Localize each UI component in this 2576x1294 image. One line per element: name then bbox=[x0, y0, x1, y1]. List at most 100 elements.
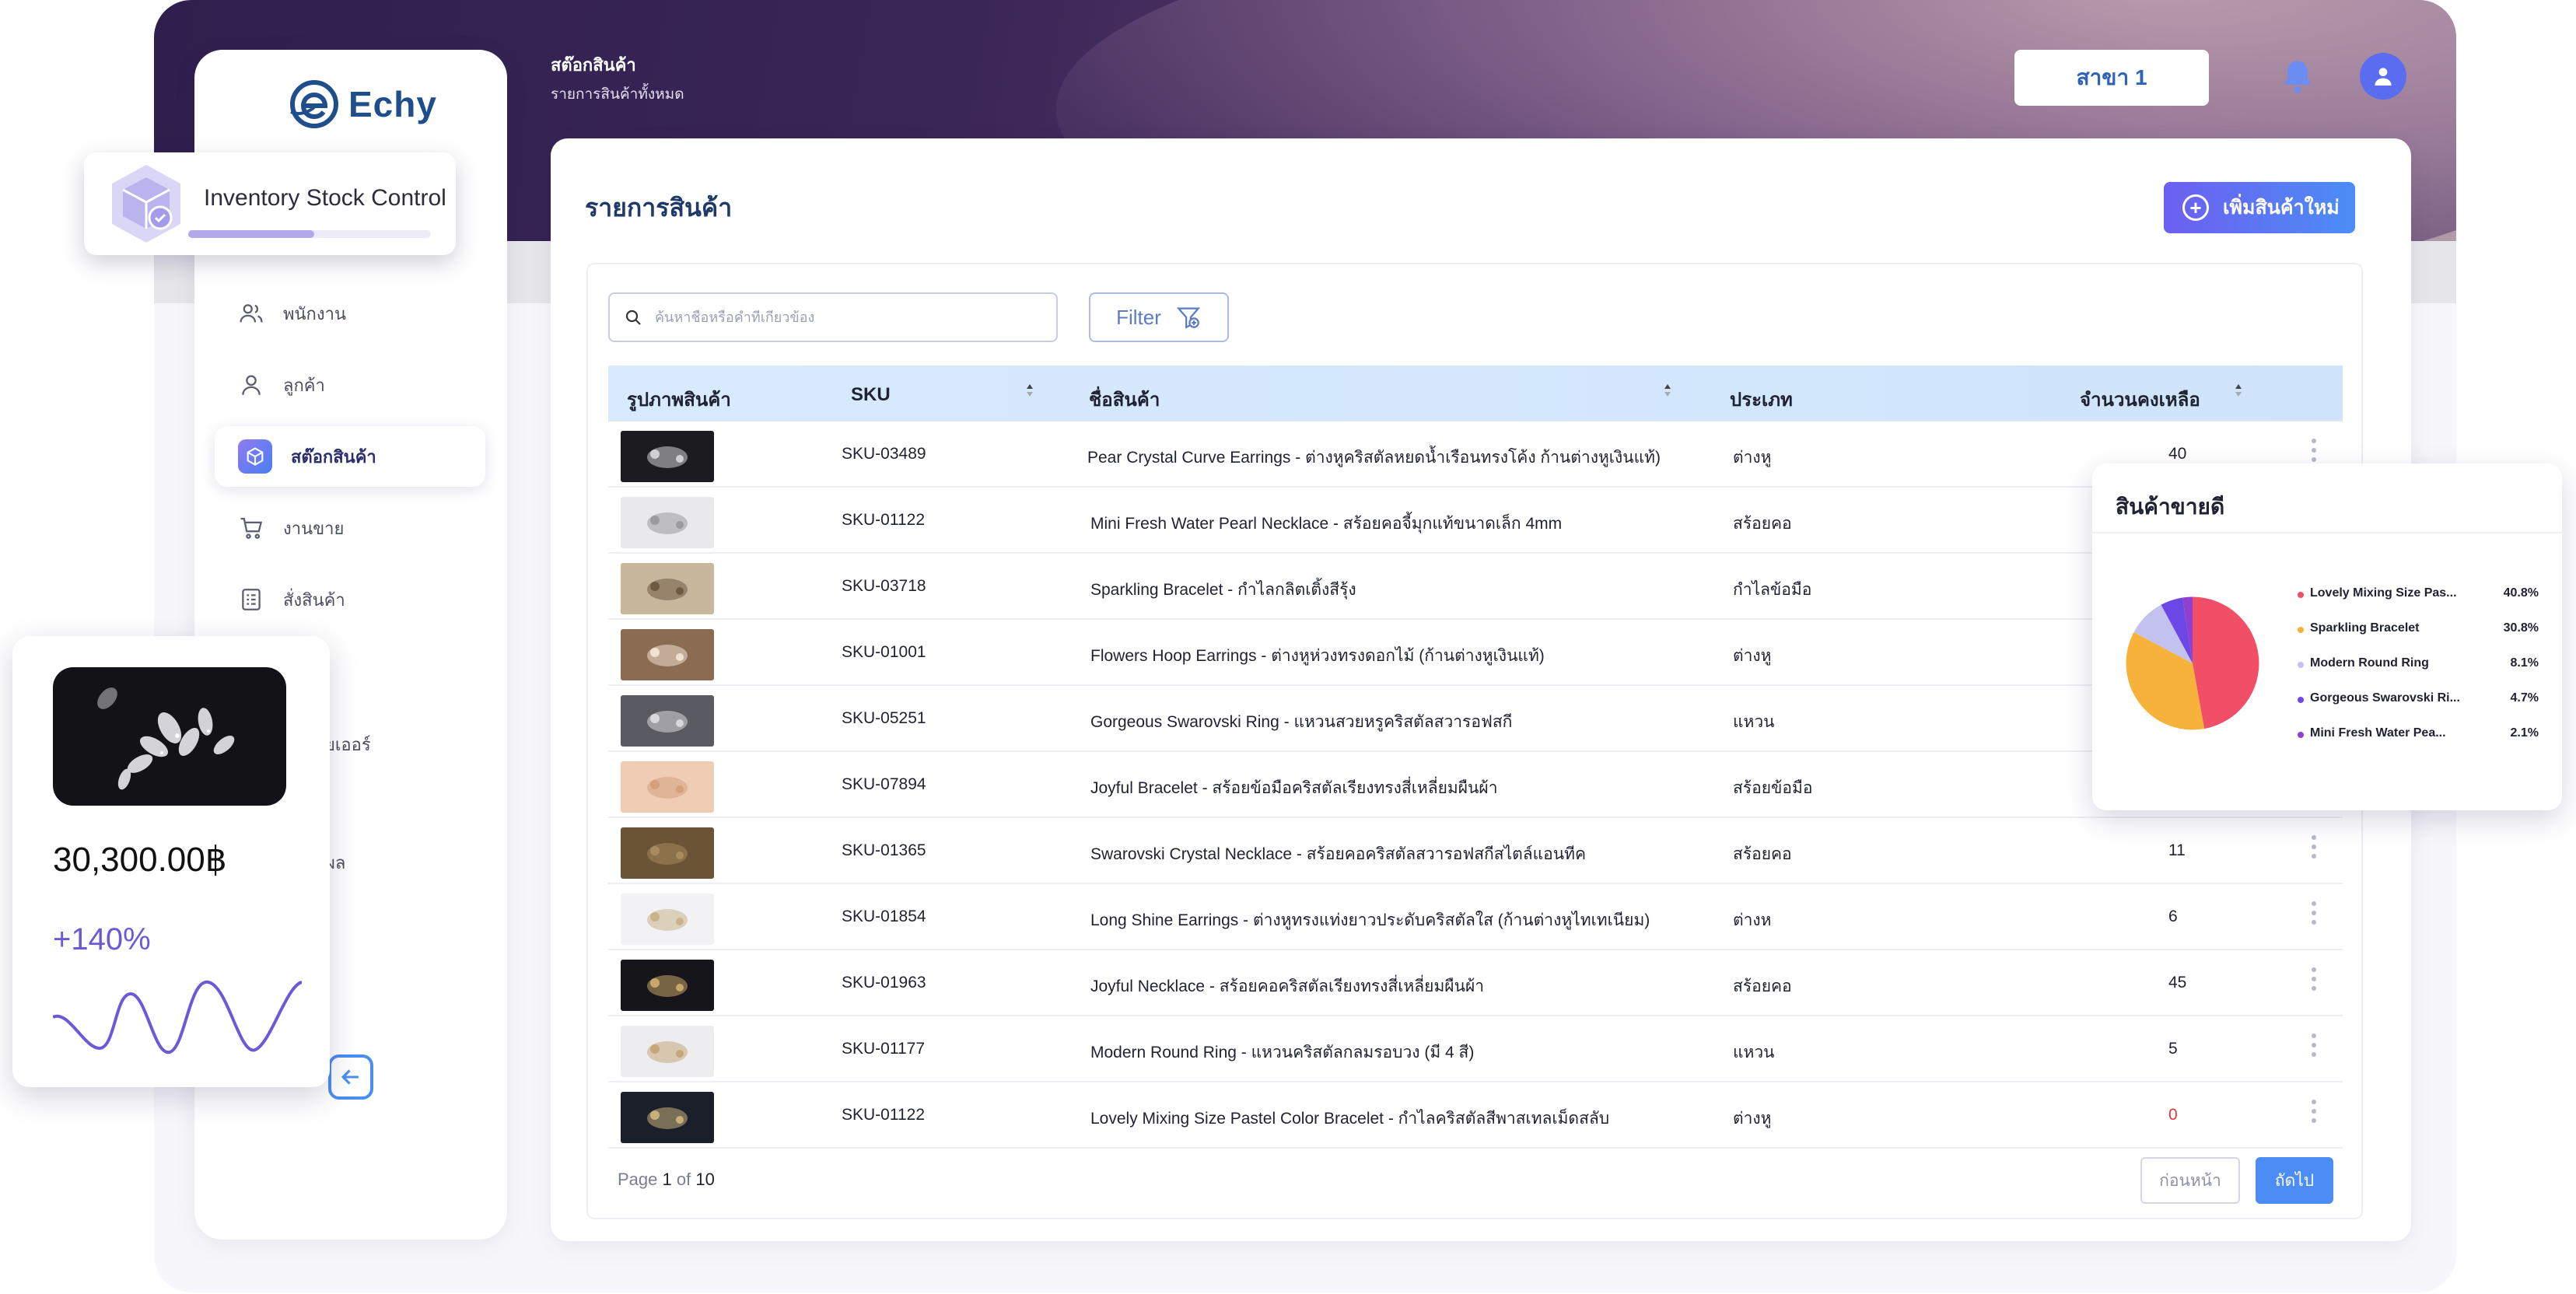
search-icon bbox=[625, 310, 641, 325]
legend-item: Mini Fresh Water Pea... 2.1% bbox=[2298, 726, 2539, 761]
row-menu-icon[interactable] bbox=[2312, 1100, 2318, 1128]
product-name-cell: Joyful Bracelet - สร้อยข้อมือคริสตัลเรีย… bbox=[1090, 775, 1498, 801]
product-name: Pear Crystal Curve Earrings bbox=[1087, 449, 1291, 467]
sidebar-item-stock[interactable]: สต๊อกสินค้า bbox=[215, 426, 485, 487]
bell-icon[interactable] bbox=[2277, 56, 2318, 96]
box-icon bbox=[238, 439, 272, 474]
product-name-cell: Joyful Necklace - สร้อยคอคริสตัลเรียงทรง… bbox=[1090, 974, 1484, 999]
product-name-cell: Mini Fresh Water Pearl Necklace - สร้อยค… bbox=[1090, 511, 1562, 537]
sales-change-percent: +140% bbox=[53, 922, 151, 957]
sku-cell: SKU-07894 bbox=[842, 775, 926, 793]
sku-cell: SKU-05251 bbox=[842, 709, 926, 727]
category-cell: สร้อยข้อมือ bbox=[1733, 779, 1813, 797]
category-cell: สร้อยคอ bbox=[1733, 845, 1792, 863]
product-name: Modern Round Ring bbox=[1090, 1044, 1237, 1061]
row-menu-icon[interactable] bbox=[2312, 835, 2318, 863]
add-product-button[interactable]: + เพิ่มสินค้าใหม่ bbox=[2164, 182, 2355, 233]
sidebar-item-customers[interactable]: ลูกค้า bbox=[215, 355, 485, 415]
category-cell: สร้อยคอ bbox=[1733, 977, 1792, 995]
sidebar-item-partial-supplier[interactable]: ยเออร์ bbox=[325, 731, 371, 758]
page-subtitle: รายการสินค้าทั้งหมด bbox=[551, 86, 684, 103]
table-row[interactable]: SKU-01001 Flowers Hoop Earrings - ต่างหู… bbox=[608, 620, 2343, 686]
best-sellers-title: สินค้าขายดี bbox=[2116, 495, 2225, 519]
arrow-left-icon bbox=[341, 1069, 359, 1085]
product-name: Swarovski Crystal Necklace bbox=[1090, 845, 1293, 863]
product-description: - สร้อยคอคริสตัลสวารอฟสกีสไตล์แอนทีค bbox=[1292, 845, 1587, 863]
product-description: - แหวนสวยหรูคริสตัลสวารอฟสกี bbox=[1279, 713, 1513, 731]
product-image bbox=[53, 667, 286, 806]
search-input[interactable] bbox=[655, 309, 1028, 326]
sidebar-item-label: สั่งสินค้า bbox=[283, 589, 345, 610]
row-menu-icon[interactable] bbox=[2312, 1033, 2318, 1061]
brand-name: Echy bbox=[348, 84, 437, 124]
best-sellers-pie-chart bbox=[2126, 596, 2259, 730]
row-menu-icon[interactable] bbox=[2312, 901, 2318, 929]
product-name: Sparkling Bracelet bbox=[1090, 581, 1223, 599]
page-total: 10 bbox=[695, 1170, 715, 1189]
column-header-name[interactable]: ชื่อสินค้า bbox=[1089, 384, 1160, 414]
legend-item: Modern Round Ring 8.1% bbox=[2298, 656, 2539, 691]
product-thumbnail bbox=[621, 894, 714, 945]
filter-button[interactable]: Filter bbox=[1089, 292, 1229, 342]
table-row[interactable]: SKU-01122 Mini Fresh Water Pearl Necklac… bbox=[608, 488, 2343, 554]
product-name-cell: Swarovski Crystal Necklace - สร้อยคอคริส… bbox=[1090, 841, 1586, 867]
product-thumbnail bbox=[621, 960, 714, 1011]
section-title: รายการสินค้า bbox=[585, 194, 733, 222]
legend-dot bbox=[2298, 662, 2304, 668]
row-menu-icon[interactable] bbox=[2312, 439, 2318, 467]
cart-icon bbox=[240, 517, 263, 539]
table-row[interactable]: SKU-07894 Joyful Bracelet - สร้อยข้อมือค… bbox=[608, 752, 2343, 818]
sku-cell: SKU-01122 bbox=[842, 511, 926, 529]
sort-icon[interactable] bbox=[2234, 383, 2243, 398]
row-menu-icon[interactable] bbox=[2312, 967, 2318, 995]
inventory-progress-bar bbox=[188, 230, 431, 238]
sku-cell: SKU-01177 bbox=[842, 1040, 926, 1058]
quantity-cell: 45 bbox=[2168, 974, 2187, 991]
column-header-quantity[interactable]: จำนวนคงเหลือ bbox=[2080, 384, 2200, 414]
inventory-card-title: Inventory Stock Control bbox=[204, 185, 446, 211]
sidebar-item-sales[interactable]: งานขาย bbox=[215, 498, 485, 558]
users-icon bbox=[240, 304, 263, 323]
legend-label: Modern Round Ring bbox=[2310, 656, 2429, 670]
table-row[interactable]: SKU-01854 Long Shine Earrings - ต่างหูทร… bbox=[608, 884, 2343, 950]
page-prefix: Page bbox=[618, 1170, 658, 1189]
category-cell: ต่างหู bbox=[1733, 647, 1772, 665]
product-thumbnail bbox=[621, 629, 714, 680]
sort-icon[interactable] bbox=[1025, 383, 1034, 398]
product-name-cell: Sparkling Bracelet - กำไลกลิตเติ้งสีรุ้ง bbox=[1090, 577, 1356, 603]
next-page-button[interactable]: ถัดไป bbox=[2256, 1157, 2333, 1204]
sidebar-item-employees[interactable]: พนักงาน bbox=[215, 283, 485, 344]
legend-dot bbox=[2298, 697, 2304, 703]
product-name: Flowers Hoop Earrings bbox=[1090, 647, 1257, 665]
legend-value: 4.7% bbox=[2510, 691, 2539, 705]
table-row[interactable]: SKU-01963 Joyful Necklace - สร้อยคอคริสต… bbox=[608, 950, 2343, 1016]
product-description: - แหวนคริสตัลกลมรอบวง (มี 4 สี) bbox=[1236, 1044, 1475, 1061]
legend-label: Lovely Mixing Size Pas... bbox=[2310, 586, 2457, 600]
product-description: - กำไลกลิตเติ้งสีรุ้ง bbox=[1223, 581, 1356, 599]
sku-cell: SKU-01001 bbox=[842, 643, 926, 661]
product-name-cell: Modern Round Ring - แหวนคริสตัลกลมรอบวง … bbox=[1090, 1040, 1474, 1065]
search-box[interactable] bbox=[608, 292, 1058, 342]
legend-dot bbox=[2298, 732, 2304, 738]
legend-value: 2.1% bbox=[2510, 726, 2539, 740]
table-row[interactable]: SKU-01122 Lovely Mixing Size Pastel Colo… bbox=[608, 1082, 2343, 1149]
collapse-sidebar-button[interactable] bbox=[328, 1054, 373, 1100]
table-row[interactable]: SKU-01365 Swarovski Crystal Necklace - ส… bbox=[608, 818, 2343, 884]
quantity-cell: 40 bbox=[2168, 445, 2187, 463]
table-row[interactable]: SKU-05251 Gorgeous Swarovski Ring - แหวน… bbox=[608, 686, 2343, 752]
legend-label: Mini Fresh Water Pea... bbox=[2310, 726, 2446, 740]
legend-label: Sparkling Bracelet bbox=[2310, 621, 2420, 635]
table-row[interactable]: SKU-01177 Modern Round Ring - แหวนคริสตั… bbox=[608, 1016, 2343, 1082]
sidebar-item-orders[interactable]: สั่งสินค้า bbox=[215, 569, 485, 630]
branch-selector-button[interactable]: สาขา 1 bbox=[2014, 50, 2209, 106]
divider bbox=[2092, 532, 2562, 533]
sort-icon[interactable] bbox=[1663, 383, 1672, 398]
user-avatar-icon[interactable] bbox=[2360, 53, 2406, 100]
quantity-cell: 6 bbox=[2168, 908, 2178, 925]
table-row[interactable]: SKU-03489 Pear Crystal Curve Earrings - … bbox=[608, 421, 2343, 488]
stage: สต๊อกสินค้า รายการสินค้าทั้งหมด สาขา 1 E… bbox=[0, 0, 2576, 1294]
previous-page-button[interactable]: ก่อนหน้า bbox=[2140, 1157, 2240, 1204]
table-row[interactable]: SKU-03718 Sparkling Bracelet - กำไลกลิตเ… bbox=[608, 554, 2343, 620]
column-header-sku[interactable]: SKU bbox=[851, 384, 891, 406]
pie-slice bbox=[2193, 596, 2259, 729]
